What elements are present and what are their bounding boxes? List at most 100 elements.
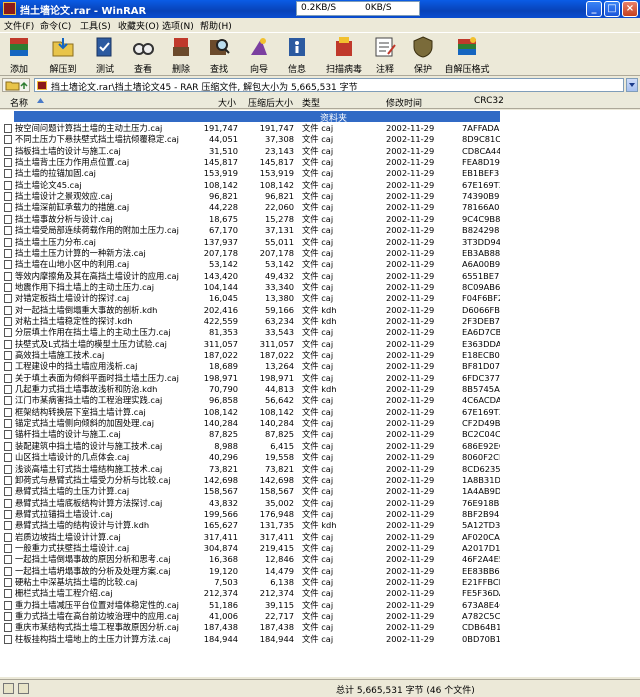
table-row[interactable]: 一起挡土墙坍塌事故的分析及处理方案.caj 19,120 14,479 文件 caj 2… bbox=[0, 566, 640, 577]
table-row[interactable]: 挡土墙在山地小区中的利用.caj 53,142 53,142 文件 caj 2002-1… bbox=[0, 259, 640, 270]
table-row[interactable]: 一起挡土墙倒塌事故的原因分析和思考.caj 16,368 12,846 文件 caj 2… bbox=[0, 554, 640, 565]
add-button[interactable]: 添加 bbox=[0, 35, 38, 75]
table-row[interactable]: 按空间问题计算挡土墙的主动土压力.caj 191,747 191,747 文件 caj… bbox=[0, 123, 640, 134]
table-row[interactable]: 装配建筑中挡土墙的设计与施工技术.caj 8,988 6,415 文件 caj 2002… bbox=[0, 441, 640, 452]
path-dropdown-button[interactable] bbox=[626, 78, 638, 92]
delete-button[interactable]: 删除 bbox=[162, 35, 200, 75]
table-row[interactable]: 挡土墙受局部连续荷载作用的附加土压力.caj 67,170 37,131 文件 caj… bbox=[0, 225, 640, 236]
cell-modified: 2002-11-29 bbox=[386, 281, 435, 292]
extract-to-button[interactable]: 解压到 bbox=[44, 35, 82, 75]
document-icon bbox=[4, 385, 12, 395]
table-row[interactable]: 悬臂式挡土墙的土压力计算.caj 158,567 158,567 文件 caj 2002… bbox=[0, 486, 640, 497]
menu-options[interactable]: 选项(N) bbox=[162, 19, 194, 32]
table-row[interactable]: 一般重力式扶壁挡土墙设计.caj 304,874 219,415 文件 caj 2002… bbox=[0, 543, 640, 554]
table-row[interactable]: 挡土墙深前缸承载力的措施.caj 44,228 22,060 文件 caj 2002-1… bbox=[0, 202, 640, 213]
table-row[interactable]: 锚定式挡土墙侧向倾斜的加固处理.caj 140,284 140,284 文件 caj 2… bbox=[0, 418, 640, 429]
wizard-button[interactable]: 向导 bbox=[240, 35, 278, 75]
up-folder-button[interactable] bbox=[2, 78, 30, 92]
menu-file[interactable]: 文件(F) bbox=[4, 19, 34, 32]
file-list[interactable]: 资料夹 按空间问题计算挡土墙的主动土压力.caj 191,747 191,747 文件… bbox=[0, 110, 640, 677]
table-row[interactable]: 挡土墙设计之景观效应.caj 96,821 96,821 文件 caj 2002-11-… bbox=[0, 191, 640, 202]
archive-path-field[interactable]: 挡土墙论文.rar\挡土墙论文45 - RAR 压缩文件, 解包大小为 5,66… bbox=[34, 78, 624, 92]
cell-type: 文件 caj bbox=[302, 633, 334, 644]
table-row[interactable]: 工程建设中的挡土墙应用浅析.caj 18,689 13,264 文件 caj 2002-… bbox=[0, 361, 640, 372]
protect-button[interactable]: 保护 bbox=[404, 35, 442, 75]
table-row[interactable]: 悬臂式拉锚挡土墙设计.caj 199,566 176,948 文件 caj 2002-1… bbox=[0, 509, 640, 520]
view-icon bbox=[133, 43, 154, 55]
table-row[interactable]: 框架结构转换层下室挡土墙计算.caj 108,142 108,142 文件 caj 20… bbox=[0, 407, 640, 418]
title-bar[interactable]: 挡土墙论文.rar - WinRAR 0.2KB/S 0KB/S _ □ × bbox=[0, 0, 640, 18]
table-row[interactable]: 悬臂式挡土墙底板结构计算方法探讨.caj 43,832 35,002 文件 caj 20… bbox=[0, 498, 640, 509]
cell-type: 文件 caj bbox=[302, 191, 334, 202]
document-icon bbox=[4, 169, 12, 179]
document-icon bbox=[4, 248, 12, 258]
table-row[interactable]: 对错定板挡土墙设计的探讨.caj 16,045 13,380 文件 caj 2002-1… bbox=[0, 293, 640, 304]
table-row[interactable]: 江门市某病害挡土墙的工程治理实践.caj 96,858 56,642 文件 caj 20… bbox=[0, 395, 640, 406]
document-icon bbox=[4, 351, 12, 360]
test-button[interactable]: 测试 bbox=[86, 35, 124, 75]
column-name[interactable]: 名称 bbox=[10, 96, 28, 109]
table-row[interactable]: 关于填土表面为倾斜平面时挡土墙土压力.caj 198,971 198,971 文件 c… bbox=[0, 373, 640, 384]
virus-scan-button[interactable]: 扫描病毒 bbox=[322, 35, 366, 75]
table-row[interactable]: 挡土墙土压力计算的一种新方法.caj 207,178 207,178 文件 caj 20… bbox=[0, 248, 640, 259]
column-size[interactable]: 大小 bbox=[218, 96, 236, 109]
table-row[interactable]: 山区挡土墙设计的几点体会.caj 40,296 19,558 文件 caj 2002-1… bbox=[0, 452, 640, 463]
table-row[interactable]: 挡土墙的拉锚加固.caj 153,919 153,919 文件 caj 2002-11-… bbox=[0, 168, 640, 179]
parent-folder-row[interactable]: 资料夹 bbox=[14, 111, 500, 124]
table-row[interactable]: 浅谈高墙土钉式挡土墙结构施工技术.caj 73,821 73,821 文件 caj 20… bbox=[0, 464, 640, 475]
table-row[interactable]: 等效内摩擦角及其在高挡土墙设计的应用.caj 143,420 49,432 文件 ca… bbox=[0, 271, 640, 282]
table-row[interactable]: 重力式挡土墙在高台前边坡治理中的应用.caj 41,006 22,717 文件 caj… bbox=[0, 611, 640, 622]
table-row[interactable]: 地震作用下挡土墙上的主动土压力.caj 104,144 33,340 文件 caj 20… bbox=[0, 282, 640, 293]
menu-help[interactable]: 帮助(H) bbox=[200, 19, 232, 32]
table-row[interactable]: 对粘土挡土墙稳定性的探讨.kdh 422,559 63,234 文件 kdh 2002-… bbox=[0, 316, 640, 327]
table-row[interactable]: 重庆市某结构式挡土墙工程事故原因分析.caj 187,438 187,438 文件 c… bbox=[0, 622, 640, 633]
cell-name: 挡土墙在山地小区中的利用.caj bbox=[15, 259, 130, 270]
column-crc[interactable]: CRC32 bbox=[474, 96, 504, 106]
table-row[interactable]: 分层填土作用在挡土墙上的主动土压力.caj 81,353 33,543 文件 caj 2… bbox=[0, 327, 640, 338]
close-button[interactable]: × bbox=[622, 1, 638, 17]
find-button[interactable]: 查找 bbox=[200, 35, 238, 75]
table-row[interactable]: 挡土墙事故分析与设计.caj 18,675 15,278 文件 caj 2002-11-… bbox=[0, 214, 640, 225]
info-button[interactable]: 信息 bbox=[278, 35, 316, 75]
sfx-button[interactable]: 自解压格式 bbox=[442, 35, 492, 75]
cell-type: 文件 caj bbox=[302, 327, 334, 338]
table-row[interactable]: 对一起挡土墙倒塌重大事故的剖析.kdh 202,416 59,166 文件 kdh 20… bbox=[0, 305, 640, 316]
table-row[interactable]: 挡土墙土压力分布.caj 137,937 55,011 文件 caj 2002-11-2… bbox=[0, 237, 640, 248]
cell-size: 108,142 bbox=[203, 179, 238, 190]
table-row[interactable]: 硬粘土中深基坑挡土墙的比较.caj 7,503 6,138 文件 caj 2002-11… bbox=[0, 577, 640, 588]
table-row[interactable]: 不同土压力下悬扶壁式挡土墙抗倾覆稳定.caj 44,051 37,308 文件 caj… bbox=[0, 134, 640, 145]
cell-modified: 2002-11-29 bbox=[386, 440, 435, 451]
menu-commands[interactable]: 命令(C) bbox=[40, 19, 71, 32]
cell-name: 对错定板挡土墙设计的探讨.caj bbox=[15, 293, 130, 304]
table-row[interactable]: 锚杆挡土墙的设计与施工.caj 87,825 87,825 文件 caj 2002-11… bbox=[0, 429, 640, 440]
menu-favorites[interactable]: 收藏夹(O) bbox=[118, 19, 159, 32]
maximize-button[interactable]: □ bbox=[604, 1, 620, 17]
cell-modified: 2002-11-29 bbox=[386, 486, 435, 497]
table-row[interactable]: 岩质边坡挡土墙设计计算.caj 317,411 317,411 文件 caj 2002-… bbox=[0, 532, 640, 543]
table-row[interactable]: 卸荷式与悬臂式挡土墙受力分析与比较.caj 142,698 142,698 文件 ca… bbox=[0, 475, 640, 486]
cell-size: 304,874 bbox=[203, 542, 238, 553]
view-button[interactable]: 查看 bbox=[124, 35, 162, 75]
cell-modified: 2002-11-29 bbox=[386, 361, 435, 372]
table-row[interactable]: 挡土墙论文45.caj 108,142 108,142 文件 caj 2002-11-2… bbox=[0, 180, 640, 191]
cell-crc: EA6D7CB9 bbox=[462, 327, 500, 338]
table-row[interactable]: 栅栏式挡土墙工程介绍.caj 212,374 212,374 文件 caj 2002-1… bbox=[0, 588, 640, 599]
document-icon bbox=[4, 214, 12, 224]
comment-button[interactable]: 注释 bbox=[366, 35, 404, 75]
table-row[interactable]: 挡土墙背土压力作用点位置.caj 145,817 145,817 文件 caj 2002… bbox=[0, 157, 640, 168]
table-row[interactable]: 高效挡土墙施工技术.caj 187,022 187,022 文件 caj 2002-11… bbox=[0, 350, 640, 361]
cell-type: 文件 caj bbox=[302, 599, 334, 610]
table-row[interactable]: 挡板挡土墙的设计与施工.caj 31,510 23,143 文件 caj 2002-11… bbox=[0, 146, 640, 157]
column-type[interactable]: 类型 bbox=[302, 96, 320, 109]
minimize-button[interactable]: _ bbox=[586, 1, 602, 17]
table-row[interactable]: 重力挡土墙减压平台位置对墙体稳定性的.caj 51,186 39,115 文件 caj… bbox=[0, 600, 640, 611]
cell-name: 挡土墙的拉锚加固.caj bbox=[15, 168, 96, 179]
column-packed[interactable]: 压缩后大小 bbox=[248, 96, 293, 109]
menu-tools[interactable]: 工具(S) bbox=[80, 19, 111, 32]
table-row[interactable]: 几起重力式挡土墙事故浅析和防治.kdh 70,790 44,813 文件 kdh 200… bbox=[0, 384, 640, 395]
table-row[interactable]: 扶壁式及L式挡土墙的模型土压力试验.caj 311,057 311,057 文件 ca… bbox=[0, 339, 640, 350]
column-modified[interactable]: 修改时间 bbox=[386, 96, 422, 109]
cell-packed: 15,278 bbox=[264, 213, 294, 224]
table-row[interactable]: 悬臂式挡土墙的结构设计与计算.kdh 165,627 131,735 文件 kdh 20… bbox=[0, 520, 640, 531]
table-row[interactable]: 柱板挂构挡土墙地上的土压力计算方法.caj 184,944 184,944 文件 ca… bbox=[0, 634, 640, 645]
